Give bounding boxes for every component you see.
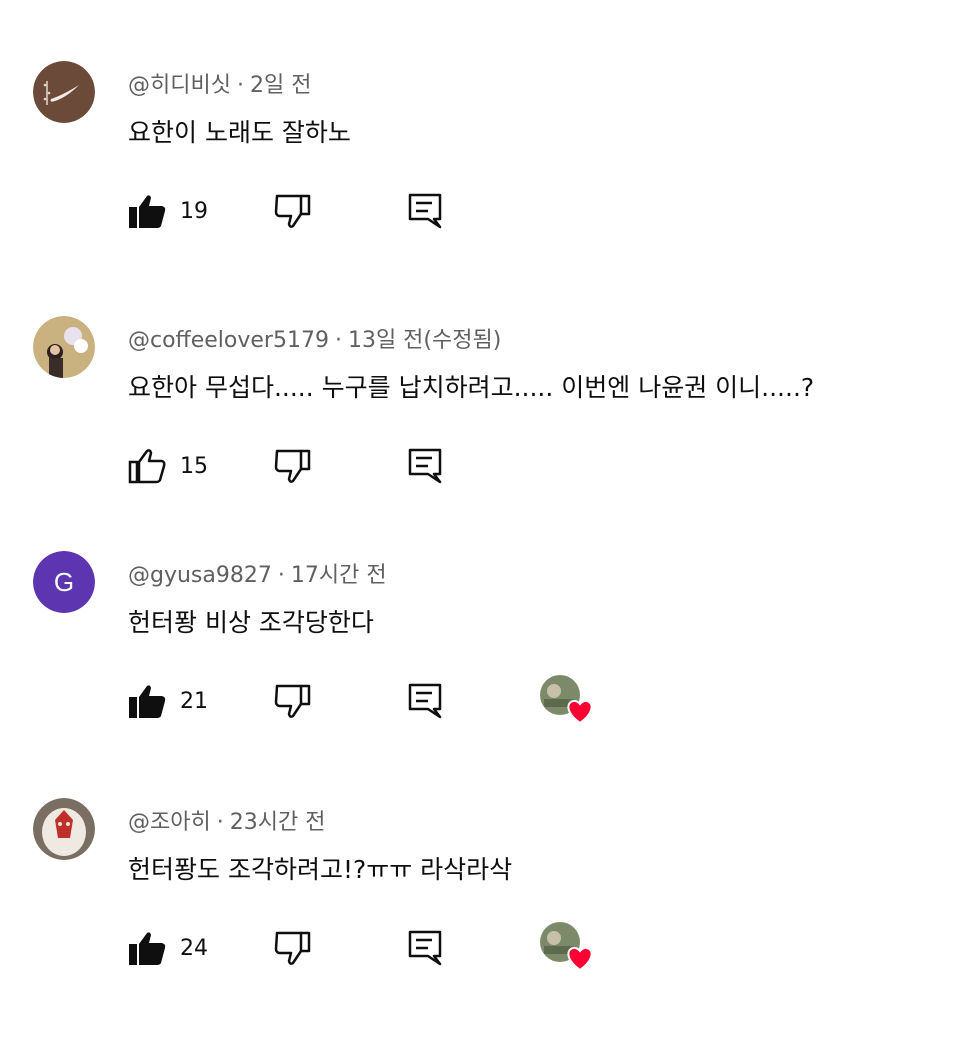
dislike-button[interactable] xyxy=(274,444,312,488)
like-button[interactable]: 15 xyxy=(128,444,208,488)
comment-meta: @조아히 · 23시간 전 xyxy=(128,804,325,836)
separator: · xyxy=(334,328,342,353)
comment-text: 요한아 무섭다..... 누구를 납치하려고..... 이번엔 나윤권 이니..… xyxy=(128,373,815,402)
avatar[interactable]: G xyxy=(33,551,95,613)
separator: · xyxy=(236,73,244,98)
avatar-letter: G xyxy=(54,567,74,597)
author-name[interactable]: @히디비싯 xyxy=(128,73,231,98)
reply-button[interactable] xyxy=(408,679,442,723)
reply-button[interactable] xyxy=(408,926,442,970)
dislike-button[interactable] xyxy=(274,679,312,723)
thumbs-down-icon xyxy=(274,930,312,966)
comment-item: G @gyusa9827 · 17시간 전 헌터퐝 비상 조각당한다 21 xyxy=(0,551,958,791)
like-count: 19 xyxy=(180,198,208,224)
comment-actions: 15 xyxy=(128,444,728,488)
comment-meta: @히디비싯 · 2일 전 xyxy=(128,67,311,99)
author-name[interactable]: @gyusa9827 xyxy=(128,563,272,588)
comment-text: 헌터퐝도 조각하려고!?ㅠㅠ 라삭라삭 xyxy=(128,855,513,884)
comment-item: @coffeelover5179 · 13일 전(수정됨) 요한아 무섭다.....… xyxy=(0,316,958,556)
creator-heart-icon xyxy=(567,699,593,725)
reply-button[interactable] xyxy=(408,444,442,488)
like-count: 24 xyxy=(180,935,208,961)
like-button[interactable]: 24 xyxy=(128,926,208,970)
dislike-button[interactable] xyxy=(274,926,312,970)
reply-icon xyxy=(408,683,442,719)
like-button[interactable]: 19 xyxy=(128,189,208,233)
reply-button[interactable] xyxy=(408,189,442,233)
thumbs-down-icon xyxy=(274,448,312,484)
thumbs-up-icon xyxy=(128,930,166,966)
like-count: 21 xyxy=(180,688,208,714)
thumbs-up-icon xyxy=(128,193,166,229)
author-name[interactable]: @조아히 xyxy=(128,810,211,835)
separator: · xyxy=(216,810,224,835)
dislike-button[interactable] xyxy=(274,189,312,233)
comment-item: @조아히 · 23시간 전 헌터퐝도 조각하려고!?ㅠㅠ 라삭라삭 24 xyxy=(0,798,958,1038)
like-count: 15 xyxy=(180,453,208,479)
like-button[interactable]: 21 xyxy=(128,679,208,723)
creator-heart-icon xyxy=(567,946,593,972)
comment-time[interactable]: 2일 전 xyxy=(250,73,311,98)
thumbs-down-icon xyxy=(274,683,312,719)
avatar[interactable] xyxy=(33,61,95,123)
comment-meta: @gyusa9827 · 17시간 전 xyxy=(128,557,387,589)
avatar[interactable] xyxy=(33,316,95,378)
comment-actions: 24 xyxy=(128,922,728,972)
comment-actions: 19 xyxy=(128,189,728,233)
edited-label: (수정됨) xyxy=(423,328,502,353)
comment-item: @히디비싯 · 2일 전 요한이 노래도 잘하노 19 xyxy=(0,61,958,301)
comment-time[interactable]: 23시간 전 xyxy=(230,810,326,835)
comment-time[interactable]: 17시간 전 xyxy=(291,563,387,588)
creator-heart-badge xyxy=(538,920,594,976)
creator-heart-badge xyxy=(538,673,594,729)
author-name[interactable]: @coffeelover5179 xyxy=(128,328,329,353)
thumbs-down-icon xyxy=(274,193,312,229)
comment-text: 헌터퐝 비상 조각당한다 xyxy=(128,608,374,637)
thumbs-up-icon xyxy=(128,448,166,484)
avatar[interactable] xyxy=(33,798,95,860)
comment-text: 요한이 노래도 잘하노 xyxy=(128,118,351,147)
reply-icon xyxy=(408,930,442,966)
thumbs-up-icon xyxy=(128,683,166,719)
separator: · xyxy=(277,563,285,588)
comment-meta: @coffeelover5179 · 13일 전(수정됨) xyxy=(128,322,501,354)
comment-time[interactable]: 13일 전 xyxy=(348,328,423,353)
comment-actions: 21 xyxy=(128,675,728,725)
reply-icon xyxy=(408,448,442,484)
reply-icon xyxy=(408,193,442,229)
